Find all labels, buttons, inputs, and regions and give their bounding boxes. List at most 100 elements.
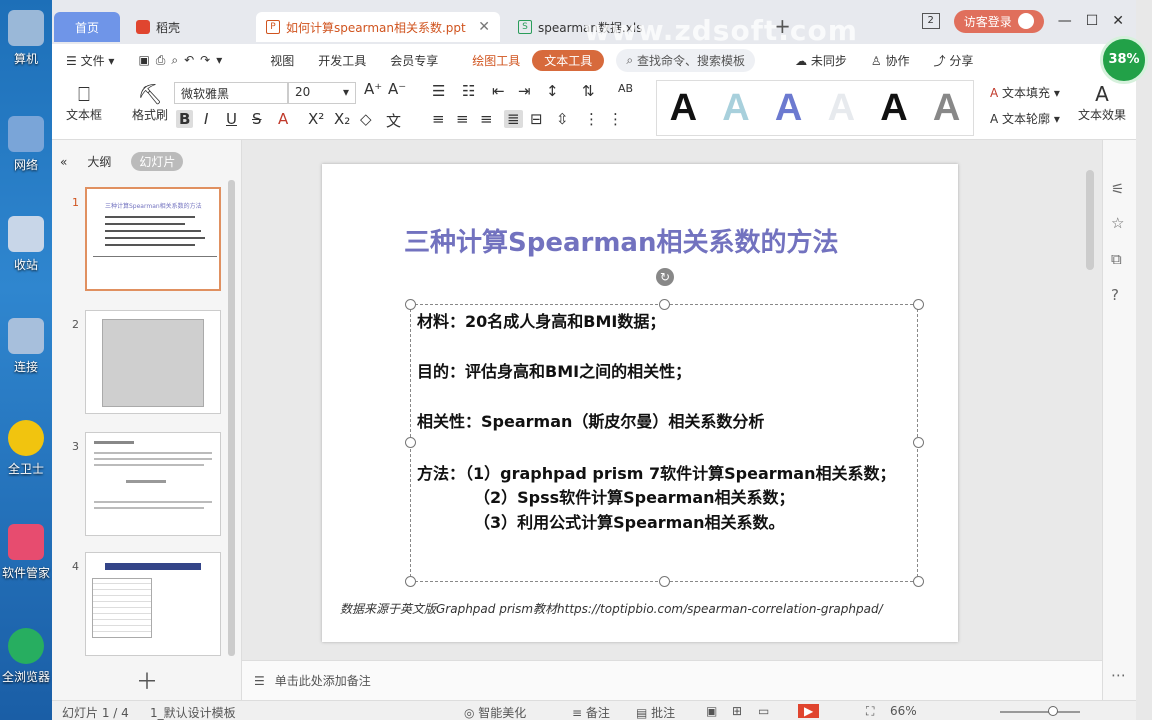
font-size-select[interactable]: 20 ▾ [288,82,356,104]
tab-home[interactable]: 首页 [54,12,120,42]
resize-handle[interactable] [913,299,924,310]
text-style-gallery[interactable]: A A A A A A [656,80,974,136]
play-slideshow-button[interactable]: ▶ [798,704,820,718]
line-spacing-icon[interactable]: ↕ [546,82,559,100]
decrease-font-icon[interactable]: A⁻ [388,80,406,98]
slide-thumb-3[interactable] [85,432,221,536]
style-sample-gray[interactable]: A [933,87,960,130]
line-correlation[interactable]: 相关性：Spearman（斯皮尔曼）相关系数分析 [417,408,764,432]
reading-view-icon[interactable]: ▭ [758,704,769,718]
menu-member[interactable]: 会员专享 [378,52,450,69]
font-select[interactable]: 微软雅黑 [174,82,288,104]
textbox-button[interactable]: ⎕ 文本框 [62,82,106,123]
bullet-list-icon[interactable]: ☰ [432,82,445,100]
menu-file[interactable]: ☰ 文件 ▾ [52,52,126,69]
slide-thumb-1[interactable]: 三种计算Spearman相关系数的方法 [85,187,221,291]
line-method-3[interactable]: （3）利用公式计算Spearman相关系数。 [474,509,785,533]
justify-icon[interactable]: ≣ [504,110,523,128]
connection-desktop-icon[interactable]: 连接 [0,318,52,375]
notes-button[interactable]: ≡ 备注 [572,704,610,721]
style-sample-white[interactable]: A [828,87,855,130]
transition-icon[interactable]: ⧉ [1111,250,1122,268]
italic-icon[interactable]: I [204,110,208,128]
resize-handle[interactable] [405,437,416,448]
fit-window-icon[interactable]: ⛶ [866,704,874,719]
slide-title[interactable]: 三种计算Spearman相关系数的方法 [404,222,924,259]
security-guard-desktop-icon[interactable]: 全卫士 [0,420,52,477]
beautify-button[interactable]: ◎ 智能美化 [464,704,526,721]
resize-handle[interactable] [405,576,416,587]
text-outline-button[interactable]: A 文本轮廓 ▾ [990,110,1060,127]
zoom-slider-knob[interactable] [1048,706,1058,716]
star-icon[interactable]: ☆ [1111,214,1124,232]
panel-scrollbar[interactable] [228,180,235,656]
share-button[interactable]: ⤴ 分享 [922,52,986,69]
software-manager-desktop-icon[interactable]: 软件管家 [0,524,52,581]
minimize-icon[interactable]: — [1058,13,1072,29]
computer-desktop-icon[interactable]: 算机 [0,10,52,67]
browser-desktop-icon[interactable]: 全浏览器 [0,628,52,685]
superscript-icon[interactable]: X² [308,110,324,128]
rotate-handle-icon[interactable]: ↻ [656,268,674,286]
resize-handle[interactable] [659,576,670,587]
paragraph-icon[interactable]: ⋮ [584,110,599,128]
outer-scrollbar[interactable] [1136,0,1152,720]
slide-thumb-4[interactable] [85,552,221,656]
network-desktop-icon[interactable]: 网络 [0,116,52,173]
help-icon[interactable]: ? [1111,286,1119,304]
line-method-2[interactable]: （2）Spss软件计算Spearman相关系数； [474,484,795,508]
text-align-icon[interactable]: ⋮ [608,110,623,128]
menu-dev-tools[interactable]: 开发工具 [306,52,378,69]
sync-button[interactable]: ☁ 未同步 [783,52,859,69]
resize-handle[interactable] [405,299,416,310]
align-left-icon[interactable]: ≡ [432,110,445,128]
bold-icon[interactable]: B [176,110,194,128]
slide-thumb-2[interactable] [85,310,221,414]
underline-icon[interactable]: U [226,110,237,128]
line-method-1[interactable]: 方法：（1）graphpad prism 7软件计算Spearman相关系数； [417,460,896,484]
text-direction-icon[interactable]: ⇅ [582,82,595,100]
line-material[interactable]: 材料：20名成人身高和BMI数据； [417,308,665,332]
close-tab-icon[interactable]: ✕ [478,19,490,35]
distribute-icon[interactable]: ⊟ [530,110,543,128]
text-fill-button[interactable]: A 文本填充 ▾ [990,84,1060,101]
current-slide[interactable]: 三种计算Spearman相关系数的方法 ↻ 材料：20名成人身高和BMI数据； … [322,164,958,642]
outdent-icon[interactable]: ⇥ [518,82,531,100]
zoom-level[interactable]: 66% [890,704,917,718]
indent-icon[interactable]: ⇤ [492,82,505,100]
menu-drawing-tools[interactable]: 绘图工具 [460,52,532,69]
tab-ppt-document[interactable]: P 如何计算spearman相关系数.ppt ✕ [256,12,500,42]
resize-handle[interactable] [913,437,924,448]
content-textbox[interactable] [410,304,918,582]
style-sample-blue-outline[interactable]: A [775,87,802,130]
canvas-scrollbar[interactable] [1086,170,1094,270]
grid-view-icon[interactable]: ⊞ [732,704,742,718]
window-count-badge[interactable]: 2 [921,13,940,29]
notes-area[interactable]: ☰ 单击此处添加备注 [242,660,1102,700]
recycle-bin-desktop-icon[interactable]: 收站 [0,216,52,273]
tab-slides[interactable]: 幻灯片 [131,152,184,171]
line-purpose[interactable]: 目的：评估身高和BMI之间的相关性； [417,358,691,382]
menu-text-tools[interactable]: 文本工具 [532,49,605,71]
normal-view-icon[interactable]: ▣ [706,704,717,718]
maximize-icon[interactable]: ☐ [1086,13,1099,29]
guest-login-button[interactable]: 访客登录 [953,9,1044,33]
align-center-icon[interactable]: ≡ [456,110,469,128]
slide-footer-source[interactable]: 数据来源于英文版Graphpad prism教材https://toptipbi… [340,600,883,617]
text-effect-button[interactable]: A 文本效果 [1076,82,1128,123]
properties-icon[interactable]: ⚟ [1111,180,1124,198]
align-right-icon[interactable]: ≡ [480,110,493,128]
quick-access-icons[interactable]: ▣⎙⌕↶↷▾ [126,53,240,68]
strikethrough-icon[interactable]: S [252,110,262,128]
phonetic-icon[interactable]: 文 [386,110,401,131]
font-color-icon[interactable]: A [278,110,288,128]
add-slide-icon[interactable]: ＋ [136,664,158,696]
tab-daoke[interactable]: 稻壳 [126,12,246,42]
numbered-list-icon[interactable]: ☷ [462,82,475,100]
more-options-icon[interactable]: ⋯ [1111,666,1126,684]
format-brush-button[interactable]: ⛏ 格式刷 [128,82,172,123]
vertical-align-icon[interactable]: ⇳ [556,110,569,128]
tab-outline[interactable]: 大纲 [87,153,111,170]
style-sample-light-blue[interactable]: A [722,87,749,130]
collapse-panel-icon[interactable]: « [60,155,67,169]
